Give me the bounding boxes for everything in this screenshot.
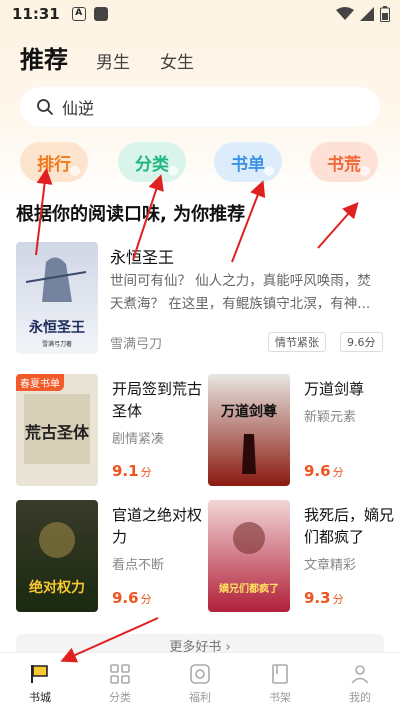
book-score-unit-3: 分 — [140, 593, 152, 606]
promo-badge: 春夏书单 — [16, 374, 64, 391]
nav-profile[interactable]: 我的 — [320, 653, 400, 710]
nav-category[interactable]: 分类 — [80, 653, 160, 710]
book-cover-title-4: 嫡兄们都疯了 — [219, 582, 279, 595]
book-score-unit-1: 分 — [140, 466, 152, 479]
book-subtitle-2: 新颖元素 — [304, 410, 357, 425]
search-input[interactable]: 仙逆 — [62, 95, 94, 119]
battery-icon — [380, 6, 390, 22]
book-score-value-3: 9.6 — [112, 589, 139, 607]
category-bookshortage-button[interactable]: 书荒 — [310, 142, 378, 182]
cover-art: 绝对权力 — [16, 500, 98, 612]
featured-cover-author: 雪满弓刀著 — [42, 340, 72, 348]
book-cover-2[interactable]: 万道剑尊 — [208, 374, 290, 486]
notification-square-icon — [93, 7, 108, 21]
nav-bookshelf[interactable]: 书架 — [240, 653, 320, 710]
book-score-3: 9.6 分 — [112, 589, 152, 607]
category-booklist-label: 书单 — [231, 154, 265, 175]
gift-icon — [190, 664, 210, 684]
category-rank-button[interactable]: 排行 — [20, 142, 88, 182]
search-bar[interactable]: 仙逆 — [20, 87, 380, 127]
channel-tabs: 推荐 男生 女生 — [20, 40, 224, 75]
featured-tag-plot: 情节紧张 — [268, 332, 326, 352]
featured-tag-score: 9.6分 — [340, 332, 383, 352]
book-cover-title-2: 万道剑尊 — [220, 403, 277, 420]
featured-book-cover[interactable]: 永恒圣王 雪满弓刀著 — [16, 242, 98, 354]
book-score-4: 9.3 分 — [304, 589, 344, 607]
cover-art: 嫡兄们都疯了 — [208, 500, 290, 612]
decorative-dot-icon — [264, 166, 274, 176]
featured-book-title[interactable]: 永恒圣王 — [110, 244, 174, 268]
decorative-dot-icon — [70, 166, 80, 176]
arrow-to-bookshortage — [317, 202, 359, 249]
tab-recommend[interactable]: 推荐 — [20, 40, 68, 75]
book-title-2[interactable]: 万道剑尊 — [304, 378, 394, 400]
book-subtitle-4: 文章精彩 — [304, 558, 357, 573]
book-score-2: 9.6 分 — [304, 462, 344, 480]
book-subtitle-3: 看点不断 — [112, 558, 165, 573]
tab-male[interactable]: 男生 — [96, 48, 130, 73]
category-classify-label: 分类 — [135, 154, 169, 175]
nav-category-label: 分类 — [109, 691, 131, 704]
grid-icon — [110, 664, 130, 684]
status-bar: 11:31 A — [0, 0, 400, 28]
book-cover-1[interactable]: 荒古圣体 春夏书单 — [16, 374, 98, 486]
nav-profile-label: 我的 — [349, 691, 371, 704]
person-icon — [351, 665, 369, 684]
bookstore-flag-icon — [31, 665, 48, 683]
book-subtitle-1: 剧情紧凑 — [112, 432, 165, 447]
nav-bookstore[interactable]: 书城 — [0, 653, 80, 710]
book-cover-3[interactable]: 绝对权力 — [16, 500, 98, 612]
book-title-4[interactable]: 我死后，嫡兄们都疯了 — [304, 504, 394, 548]
signal-icon — [360, 7, 374, 21]
category-booklist-button[interactable]: 书单 — [214, 142, 282, 182]
section-title: 根据你的阅读口味, 为你推荐 — [16, 204, 246, 225]
tab-female[interactable]: 女生 — [160, 48, 194, 73]
nav-bookstore-label: 书城 — [29, 691, 51, 704]
nav-welfare-label: 福利 — [189, 691, 211, 704]
book-score-unit-2: 分 — [332, 466, 344, 479]
wifi-icon — [336, 7, 354, 20]
book-score-value-2: 9.6 — [304, 462, 331, 480]
search-icon — [37, 99, 53, 115]
featured-book-description: 世间可有仙？ 仙人之力，真能呼风唤雨，焚天煮海？ 在这里，有鲲族镇守北溟，有神.… — [110, 273, 371, 312]
decorative-dot-icon — [168, 166, 178, 176]
category-bookshortage-label: 书荒 — [327, 154, 361, 175]
featured-book-author: 雪满弓刀 — [110, 337, 163, 352]
bookshelf-icon — [272, 664, 288, 684]
category-classify-button[interactable]: 分类 — [118, 142, 186, 182]
book-cover-title-3: 绝对权力 — [29, 579, 85, 596]
book-cover-title-1: 荒古圣体 — [24, 423, 90, 442]
decorative-dot-icon — [360, 166, 370, 176]
bottom-nav: 书城 分类 福利 书架 我的 — [0, 652, 400, 710]
book-score-value-4: 9.3 — [304, 589, 331, 607]
book-score-1: 9.1 分 — [112, 462, 152, 480]
book-cover-4[interactable]: 嫡兄们都疯了 — [208, 500, 290, 612]
nav-bookshelf-label: 书架 — [269, 691, 291, 704]
nav-welfare[interactable]: 福利 — [160, 653, 240, 710]
book-score-unit-4: 分 — [332, 593, 344, 606]
cover-art: 永恒圣王 雪满弓刀著 — [16, 242, 98, 354]
category-rank-label: 排行 — [37, 154, 71, 175]
book-title-1[interactable]: 开局签到荒古圣体 — [112, 378, 202, 422]
notification-a-icon: A — [71, 7, 86, 21]
featured-cover-title: 永恒圣王 — [28, 319, 85, 336]
book-title-3[interactable]: 官道之绝对权力 — [112, 504, 202, 548]
status-time: 11:31 — [12, 5, 60, 23]
book-score-value-1: 9.1 — [112, 462, 139, 480]
cover-art: 万道剑尊 — [208, 374, 290, 486]
